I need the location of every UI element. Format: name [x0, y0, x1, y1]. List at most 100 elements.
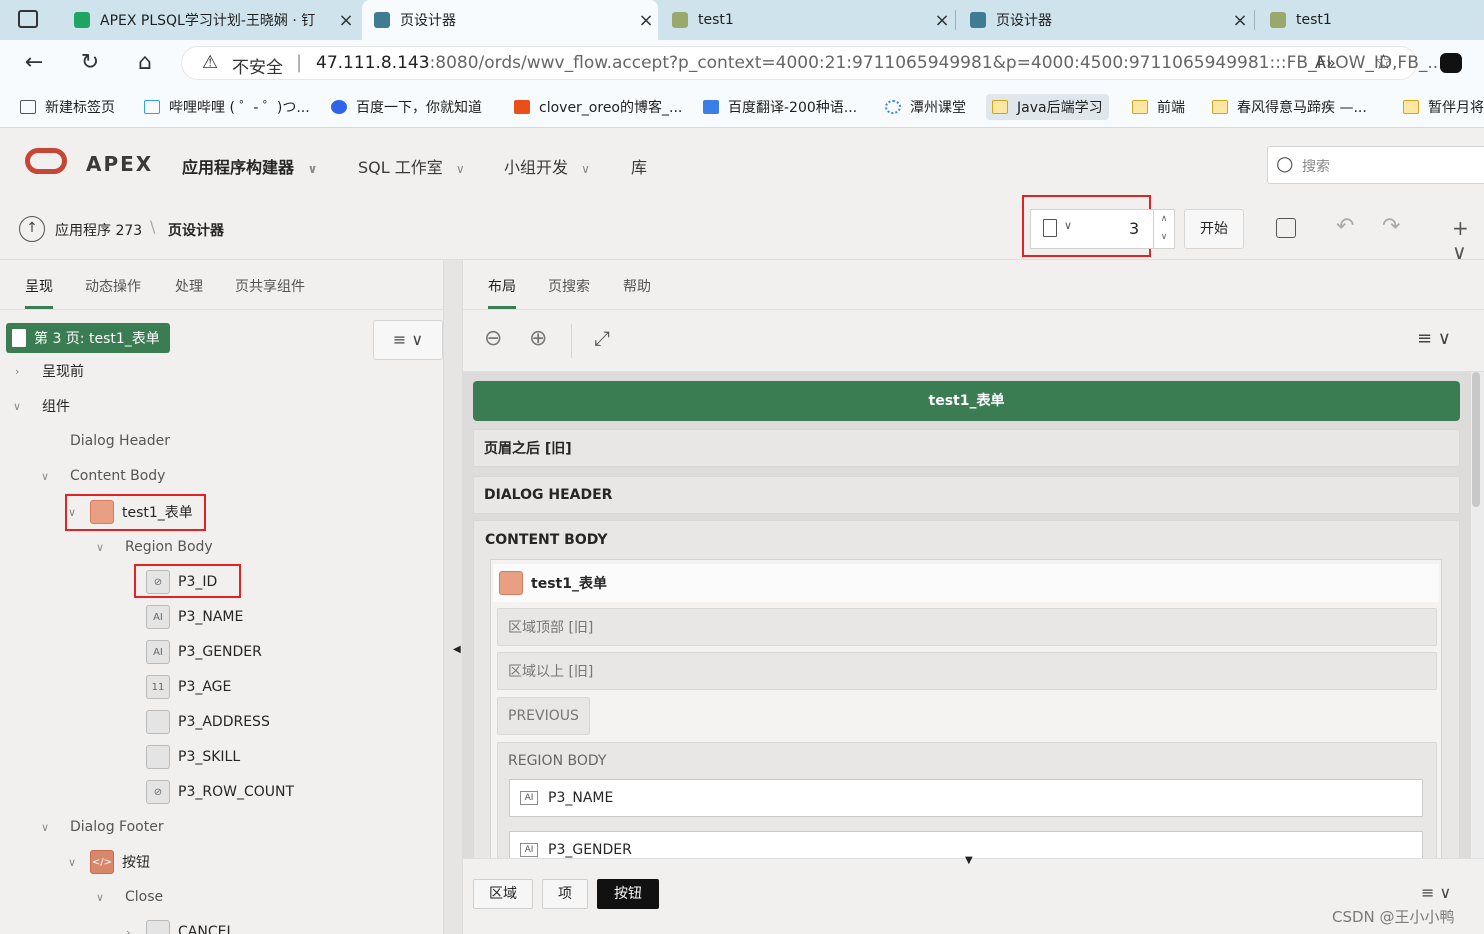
- slot-content-body[interactable]: CONTENT BODY test1_表单 区域顶部 [旧] 区域以上 [旧] …: [473, 520, 1460, 858]
- canvas-field[interactable]: AI P3_GENDER: [509, 831, 1423, 858]
- warning-icon[interactable]: ⚠: [202, 52, 218, 73]
- bookmark-csdn-blog[interactable]: clover_oreo的博客_...: [508, 94, 688, 120]
- tab-rendering[interactable]: 呈现: [25, 276, 53, 309]
- tab-shared-components[interactable]: 页共享组件: [235, 276, 305, 296]
- close-icon[interactable]: ×: [930, 10, 954, 31]
- redo-icon[interactable]: ↷: [1382, 214, 1400, 239]
- reload-icon[interactable]: ↻: [74, 48, 106, 78]
- address-bar[interactable]: ⚠ 不安全 | 47.111.8.143:8080/ords/wwv_flow.…: [181, 46, 1444, 80]
- bookmark-new-tab[interactable]: 新建标签页: [14, 94, 121, 120]
- tree-node-item[interactable]: ⊘ P3_ROW_COUNT: [146, 775, 294, 809]
- tree-node-dialog-header[interactable]: Dialog Header: [70, 424, 170, 458]
- menu-team-dev[interactable]: 小组开发 ∨: [504, 154, 590, 178]
- tree-node-region-body[interactable]: ∨ Region Body: [96, 530, 213, 564]
- expand-icon[interactable]: ⤢: [594, 326, 610, 350]
- bookmark-tanzhou[interactable]: 潭州课堂: [879, 94, 972, 120]
- slot-after-header[interactable]: 页眉之后 [旧]: [473, 429, 1460, 467]
- go-button[interactable]: 开始: [1184, 209, 1244, 249]
- menu-gallery[interactable]: 库: [631, 154, 647, 178]
- close-icon[interactable]: ×: [334, 10, 358, 31]
- apex-logo-text[interactable]: APEX: [86, 152, 153, 176]
- breadcrumb-app[interactable]: 应用程序 273: [55, 220, 142, 240]
- tab-items[interactable]: 项: [542, 879, 588, 909]
- back-icon[interactable]: ←: [18, 48, 50, 78]
- canvas-scroll-thumb[interactable]: [1472, 372, 1480, 507]
- tab-dynamic-actions[interactable]: 动态操作: [85, 276, 141, 296]
- lock-page-icon[interactable]: [1276, 218, 1296, 238]
- text-field-icon: AI: [520, 791, 538, 805]
- canvas-field[interactable]: AI P3_NAME: [509, 779, 1423, 817]
- tab-divider: [955, 10, 956, 30]
- page-picker[interactable]: ∨ 3: [1030, 209, 1154, 249]
- tree-node-item[interactable]: AI P3_GENDER: [146, 635, 262, 669]
- create-menu-icon[interactable]: + ∨: [1452, 216, 1484, 264]
- region-card[interactable]: test1_表单 区域顶部 [旧] 区域以上 [旧] PREVIOUS REGI…: [490, 559, 1442, 858]
- slot-region-top[interactable]: 区域顶部 [旧]: [497, 608, 1437, 646]
- menu-app-builder[interactable]: 应用程序构建器 ∨: [182, 154, 317, 178]
- zoom-out-icon[interactable]: ⊖: [484, 326, 502, 351]
- page-stepper[interactable]: ∧ ∨: [1153, 209, 1175, 249]
- tab-page-search[interactable]: 页搜索: [548, 276, 590, 296]
- bookmark-folder-java[interactable]: Java后端学习: [986, 94, 1109, 120]
- bookmark-folder-frontend[interactable]: 前端: [1126, 94, 1191, 120]
- apex-search-input[interactable]: ○ 搜索: [1267, 146, 1484, 184]
- tree-node-item[interactable]: P3_SKILL: [146, 740, 240, 774]
- tree-node-item[interactable]: ⊘ P3_ID: [146, 565, 217, 599]
- tree-node-item[interactable]: P3_ADDRESS: [146, 705, 270, 739]
- tab-help[interactable]: 帮助: [623, 276, 651, 296]
- layout-menu-icon[interactable]: ≡ ∨: [1417, 328, 1451, 349]
- gallery-menu-icon[interactable]: ≡ ∨: [1421, 883, 1451, 902]
- bookmark-baidu[interactable]: 百度一下，你就知道: [325, 94, 488, 120]
- bookmark-folder-poem[interactable]: 春风得意马蹄疾 —...: [1206, 94, 1373, 120]
- bookmark-bilibili[interactable]: 哔哩哔哩 ( ゜- ゜)つ...: [138, 94, 316, 120]
- tab-layout[interactable]: 布局: [488, 276, 516, 309]
- close-icon[interactable]: ×: [634, 10, 658, 31]
- up-arrow-icon[interactable]: ↑: [19, 216, 45, 242]
- tree-node-components[interactable]: ∨ 组件: [13, 389, 70, 423]
- page-badge[interactable]: 第 3 页: test1_表单: [6, 323, 170, 353]
- region-header[interactable]: test1_表单: [493, 564, 1439, 602]
- tab-regions[interactable]: 区域: [473, 879, 533, 909]
- slot-region-above[interactable]: 区域以上 [旧]: [497, 652, 1437, 690]
- tab-actions-icon[interactable]: [18, 10, 38, 28]
- tree-node-close[interactable]: ∨ Close: [96, 880, 163, 914]
- slot-dialog-header[interactable]: DIALOG HEADER: [473, 476, 1460, 514]
- page-number-input[interactable]: 3: [1129, 219, 1139, 238]
- tree-menu-button[interactable]: ≡ ∨: [373, 320, 443, 360]
- tree-node-before-render[interactable]: › 呈现前: [15, 354, 84, 388]
- panel-splitter[interactable]: ◀: [443, 260, 463, 934]
- slot-region-body[interactable]: REGION BODY AI P3_NAME AI P3_GENDER: [497, 742, 1437, 858]
- bookmark-baidu-translate[interactable]: 百度翻译-200种语...: [697, 94, 863, 120]
- browser-tab-1[interactable]: APEX PLSQL学习计划-王晓娴 · 钉 ×: [62, 0, 358, 40]
- browser-tab-3[interactable]: test1 ×: [660, 0, 954, 40]
- home-icon[interactable]: ⌂: [129, 48, 161, 78]
- url-text[interactable]: 47.111.8.143:8080/ords/wwv_flow.accept?p…: [316, 53, 1444, 73]
- tab-processing[interactable]: 处理: [175, 276, 203, 296]
- read-aloud-icon[interactable]: A»: [1315, 53, 1336, 72]
- collapse-down-icon[interactable]: ▼: [965, 855, 973, 866]
- tab-buttons[interactable]: 按钮: [597, 879, 659, 909]
- tree-node-dialog-footer[interactable]: ∨ Dialog Footer: [41, 810, 164, 844]
- zoom-in-icon[interactable]: ⊕: [529, 326, 547, 351]
- extension-icon[interactable]: [1440, 53, 1462, 73]
- browser-tab-2[interactable]: 页设计器 ×: [362, 0, 658, 40]
- tree-node-item[interactable]: 11 P3_AGE: [146, 670, 231, 704]
- tree-node-cancel[interactable]: › CANCEL: [126, 915, 234, 934]
- collapse-left-icon[interactable]: ◀: [453, 644, 461, 655]
- bookmark-folder-moon[interactable]: 暂伴月将: [1397, 94, 1484, 120]
- security-label[interactable]: 不安全: [232, 53, 283, 78]
- tree-node-region[interactable]: ∨ test1_表单: [68, 495, 193, 529]
- slot-previous[interactable]: PREVIOUS: [497, 697, 590, 735]
- oracle-logo-icon[interactable]: [25, 148, 67, 174]
- tree-node-content-body[interactable]: ∨ Content Body: [41, 459, 165, 493]
- close-icon[interactable]: ×: [1228, 10, 1252, 31]
- page-title-bar[interactable]: test1_表单: [473, 381, 1460, 421]
- apex-header: APEX 应用程序构建器 ∨ SQL 工作室 ∨ 小组开发 ∨ 库 ○ 搜索: [0, 128, 1484, 200]
- browser-tab-4[interactable]: 页设计器 ×: [958, 0, 1252, 40]
- favorite-star-icon[interactable]: ☆: [1374, 50, 1393, 74]
- menu-sql-workshop[interactable]: SQL 工作室 ∨: [358, 154, 465, 178]
- tree-node-item[interactable]: AI P3_NAME: [146, 600, 243, 634]
- browser-tab-5[interactable]: test1: [1258, 0, 1484, 40]
- tree-node-buttons[interactable]: ∨ </> 按钮: [68, 845, 150, 879]
- undo-icon[interactable]: ↶: [1336, 214, 1354, 239]
